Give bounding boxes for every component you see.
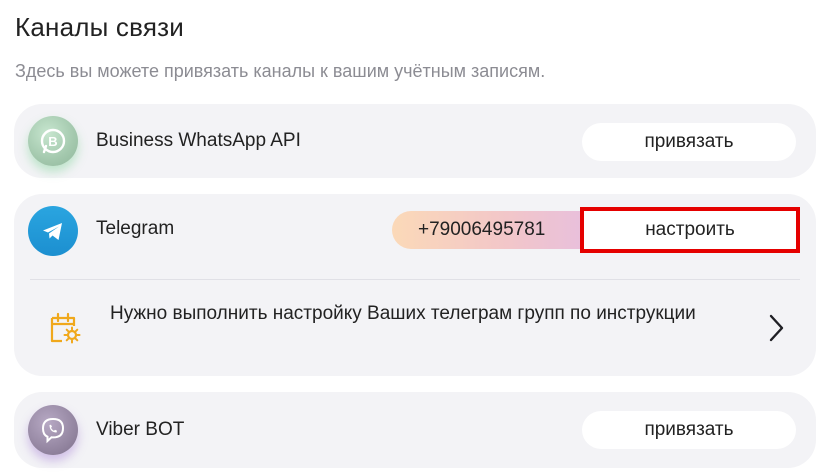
page-subtitle: Здесь вы можете привязать каналы к вашим… <box>15 61 546 81</box>
chevron-right-icon[interactable] <box>766 313 786 343</box>
channel-name-whatsapp: Business WhatsApp API <box>96 130 301 151</box>
bind-whatsapp-button[interactable]: привязать <box>582 123 796 161</box>
telegram-setup-notice[interactable]: Нужно выполнить настройку Ваших телеграм… <box>110 298 710 330</box>
viber-icon <box>28 405 78 455</box>
calendar-gear-icon <box>48 310 82 346</box>
svg-text:B: B <box>48 134 57 149</box>
page-title: Каналы связи <box>15 12 184 42</box>
channel-card-viber: Viber BOT привязать <box>14 392 816 468</box>
telegram-phone-badge: +79006495781 <box>392 211 602 249</box>
whatsapp-business-icon: B <box>28 116 78 166</box>
channel-name-viber: Viber BOT <box>96 419 185 440</box>
bind-viber-button[interactable]: привязать <box>582 411 796 449</box>
channel-name-telegram: Telegram <box>96 218 175 239</box>
channel-card-whatsapp: B Business WhatsApp API привязать <box>14 104 816 178</box>
configure-telegram-button[interactable]: настроить <box>580 207 800 253</box>
divider <box>30 279 800 280</box>
telegram-icon <box>28 206 78 256</box>
channel-card-telegram: Telegram +79006495781 настроить Нужно вы… <box>14 194 816 376</box>
